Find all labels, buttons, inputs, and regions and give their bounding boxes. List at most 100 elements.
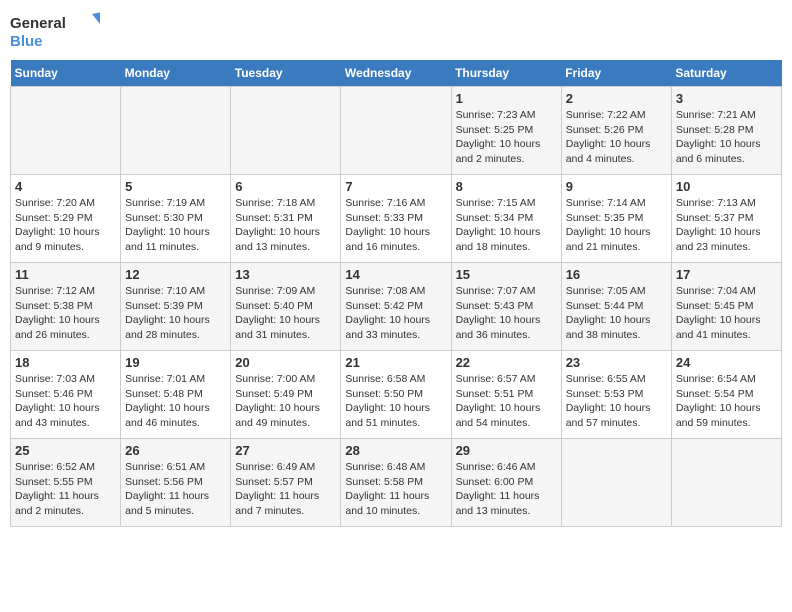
calendar-cell: 7 Sunrise: 7:16 AM Sunset: 5:33 PM Daylig… (341, 175, 451, 263)
calendar-cell: 18 Sunrise: 7:03 AM Sunset: 5:46 PM Dayli… (11, 351, 121, 439)
calendar-cell (121, 87, 231, 175)
calendar-cell: 3 Sunrise: 7:21 AM Sunset: 5:28 PM Daylig… (671, 87, 781, 175)
svg-text:Blue: Blue (10, 33, 43, 50)
weekday-header: Friday (561, 60, 671, 87)
calendar-cell: 12Sunrise: 7:10 AM Sunset: 5:39 PM Dayli… (121, 263, 231, 351)
calendar-cell: 1 Sunrise: 7:23 AM Sunset: 5:25 PM Daylig… (451, 87, 561, 175)
day-info: Sunrise: 6:57 AM Sunset: 5:51 PM Dayligh… (456, 372, 557, 431)
calendar-cell: 6 Sunrise: 7:18 AM Sunset: 5:31 PM Daylig… (231, 175, 341, 263)
calendar-cell: 16Sunrise: 7:05 AM Sunset: 5:44 PM Dayli… (561, 263, 671, 351)
calendar-cell: 27 Sunrise: 6:49 AM Sunset: 5:57 PM Dayli… (231, 439, 341, 527)
weekday-header: Sunday (11, 60, 121, 87)
calendar-cell: 23 Sunrise: 6:55 AM Sunset: 5:53 PM Dayli… (561, 351, 671, 439)
day-info: Sunrise: 7:22 AM Sunset: 5:26 PM Dayligh… (566, 108, 667, 167)
day-number: 27 (235, 443, 336, 458)
day-info: Sunrise: 7:10 AM Sunset: 5:39 PM Dayligh… (125, 284, 226, 343)
calendar-week-row: 18 Sunrise: 7:03 AM Sunset: 5:46 PM Dayli… (11, 351, 782, 439)
day-number: 2 (566, 91, 667, 106)
day-number: 21 (345, 355, 446, 370)
calendar-cell: 13 Sunrise: 7:09 AM Sunset: 5:40 PM Dayli… (231, 263, 341, 351)
weekday-header: Monday (121, 60, 231, 87)
day-info: Sunrise: 7:16 AM Sunset: 5:33 PM Dayligh… (345, 196, 446, 255)
calendar-cell (231, 87, 341, 175)
calendar-cell: 19 Sunrise: 7:01 AM Sunset: 5:48 PM Dayli… (121, 351, 231, 439)
calendar-cell: 8Sunrise: 7:15 AM Sunset: 5:34 PM Daylig… (451, 175, 561, 263)
weekday-header: Wednesday (341, 60, 451, 87)
calendar-cell: 17 Sunrise: 7:04 AM Sunset: 5:45 PM Dayli… (671, 263, 781, 351)
calendar-cell: 2 Sunrise: 7:22 AM Sunset: 5:26 PM Daylig… (561, 87, 671, 175)
calendar-cell: 29 Sunrise: 6:46 AM Sunset: 6:00 PM Dayli… (451, 439, 561, 527)
day-info: Sunrise: 7:20 AM Sunset: 5:29 PM Dayligh… (15, 196, 116, 255)
day-info: Sunrise: 7:12 AM Sunset: 5:38 PM Dayligh… (15, 284, 116, 343)
calendar-cell: 22 Sunrise: 6:57 AM Sunset: 5:51 PM Dayli… (451, 351, 561, 439)
calendar-cell: 11 Sunrise: 7:12 AM Sunset: 5:38 PM Dayli… (11, 263, 121, 351)
day-info: Sunrise: 6:46 AM Sunset: 6:00 PM Dayligh… (456, 460, 557, 519)
day-number: 29 (456, 443, 557, 458)
day-info: Sunrise: 6:54 AM Sunset: 5:54 PM Dayligh… (676, 372, 777, 431)
day-number: 10 (676, 179, 777, 194)
day-info: Sunrise: 7:03 AM Sunset: 5:46 PM Dayligh… (15, 372, 116, 431)
day-info: Sunrise: 6:55 AM Sunset: 5:53 PM Dayligh… (566, 372, 667, 431)
calendar-cell (341, 87, 451, 175)
day-number: 20 (235, 355, 336, 370)
day-info: Sunrise: 7:09 AM Sunset: 5:40 PM Dayligh… (235, 284, 336, 343)
day-number: 28 (345, 443, 446, 458)
day-number: 16 (566, 267, 667, 282)
calendar-cell: 24Sunrise: 6:54 AM Sunset: 5:54 PM Dayli… (671, 351, 781, 439)
day-number: 23 (566, 355, 667, 370)
header: General Blue (10, 10, 782, 52)
calendar-cell: 14Sunrise: 7:08 AM Sunset: 5:42 PM Dayli… (341, 263, 451, 351)
calendar-cell: 9 Sunrise: 7:14 AM Sunset: 5:35 PM Daylig… (561, 175, 671, 263)
calendar-cell: 28Sunrise: 6:48 AM Sunset: 5:58 PM Dayli… (341, 439, 451, 527)
day-number: 8 (456, 179, 557, 194)
day-info: Sunrise: 6:51 AM Sunset: 5:56 PM Dayligh… (125, 460, 226, 519)
day-number: 4 (15, 179, 116, 194)
day-number: 15 (456, 267, 557, 282)
svg-text:General: General (10, 15, 66, 32)
calendar-cell: 25Sunrise: 6:52 AM Sunset: 5:55 PM Dayli… (11, 439, 121, 527)
calendar-week-row: 1 Sunrise: 7:23 AM Sunset: 5:25 PM Daylig… (11, 87, 782, 175)
calendar-cell: 10Sunrise: 7:13 AM Sunset: 5:37 PM Dayli… (671, 175, 781, 263)
day-info: Sunrise: 7:14 AM Sunset: 5:35 PM Dayligh… (566, 196, 667, 255)
day-number: 3 (676, 91, 777, 106)
day-number: 1 (456, 91, 557, 106)
day-info: Sunrise: 7:21 AM Sunset: 5:28 PM Dayligh… (676, 108, 777, 167)
calendar-week-row: 25Sunrise: 6:52 AM Sunset: 5:55 PM Dayli… (11, 439, 782, 527)
day-number: 13 (235, 267, 336, 282)
calendar-week-row: 4 Sunrise: 7:20 AM Sunset: 5:29 PM Daylig… (11, 175, 782, 263)
day-info: Sunrise: 7:04 AM Sunset: 5:45 PM Dayligh… (676, 284, 777, 343)
day-number: 6 (235, 179, 336, 194)
logo-svg: General Blue (10, 10, 100, 52)
calendar-cell: 15 Sunrise: 7:07 AM Sunset: 5:43 PM Dayli… (451, 263, 561, 351)
day-number: 18 (15, 355, 116, 370)
calendar-week-row: 11 Sunrise: 7:12 AM Sunset: 5:38 PM Dayli… (11, 263, 782, 351)
calendar-cell: 20 Sunrise: 7:00 AM Sunset: 5:49 PM Dayli… (231, 351, 341, 439)
day-info: Sunrise: 7:00 AM Sunset: 5:49 PM Dayligh… (235, 372, 336, 431)
weekday-header: Tuesday (231, 60, 341, 87)
day-number: 19 (125, 355, 226, 370)
day-number: 11 (15, 267, 116, 282)
day-info: Sunrise: 7:01 AM Sunset: 5:48 PM Dayligh… (125, 372, 226, 431)
day-number: 25 (15, 443, 116, 458)
calendar-cell (671, 439, 781, 527)
day-info: Sunrise: 7:18 AM Sunset: 5:31 PM Dayligh… (235, 196, 336, 255)
calendar-cell (11, 87, 121, 175)
day-info: Sunrise: 7:23 AM Sunset: 5:25 PM Dayligh… (456, 108, 557, 167)
calendar-cell: 5Sunrise: 7:19 AM Sunset: 5:30 PM Daylig… (121, 175, 231, 263)
calendar-cell: 4 Sunrise: 7:20 AM Sunset: 5:29 PM Daylig… (11, 175, 121, 263)
day-number: 17 (676, 267, 777, 282)
day-number: 22 (456, 355, 557, 370)
day-info: Sunrise: 6:58 AM Sunset: 5:50 PM Dayligh… (345, 372, 446, 431)
day-number: 14 (345, 267, 446, 282)
day-number: 5 (125, 179, 226, 194)
day-number: 9 (566, 179, 667, 194)
calendar-table: SundayMondayTuesdayWednesdayThursdayFrid… (10, 60, 782, 527)
logo: General Blue (10, 10, 100, 52)
calendar-cell: 21 Sunrise: 6:58 AM Sunset: 5:50 PM Dayli… (341, 351, 451, 439)
calendar-cell: 26 Sunrise: 6:51 AM Sunset: 5:56 PM Dayli… (121, 439, 231, 527)
day-number: 7 (345, 179, 446, 194)
day-number: 26 (125, 443, 226, 458)
day-info: Sunrise: 6:49 AM Sunset: 5:57 PM Dayligh… (235, 460, 336, 519)
day-info: Sunrise: 7:07 AM Sunset: 5:43 PM Dayligh… (456, 284, 557, 343)
weekday-header: Saturday (671, 60, 781, 87)
